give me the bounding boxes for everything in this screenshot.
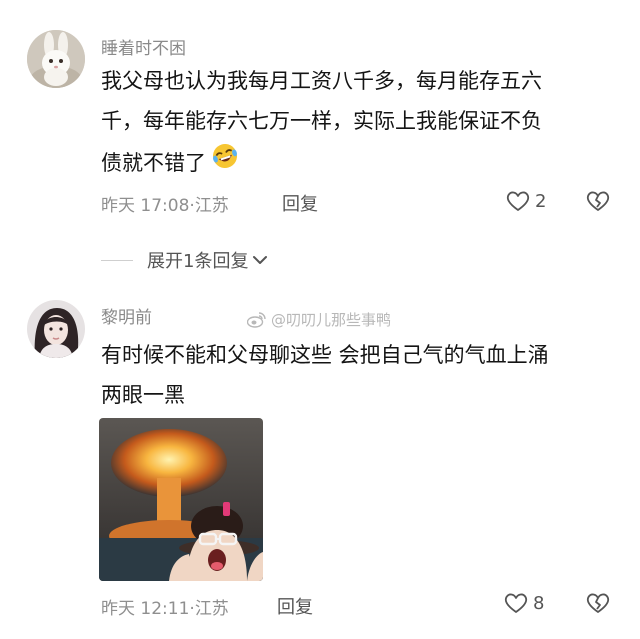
rofl-emoji-icon: [210, 141, 240, 184]
avatar[interactable]: [27, 300, 85, 358]
comment-time: 昨天 12:11: [101, 599, 190, 619]
comment-line-text: 债就不错了: [101, 150, 206, 175]
comment-text: 有时候不能和父母聊这些 会把自己气的气血上涌 两眼一黑: [101, 335, 549, 415]
reply-button[interactable]: 回复: [282, 190, 318, 216]
chevron-down-icon: [253, 256, 268, 264]
comment-meta: 昨天 12:11·江苏: [101, 594, 229, 619]
broken-heart-icon[interactable]: [585, 189, 611, 217]
like-count: 2: [535, 190, 547, 212]
girl-avatar-icon: [27, 300, 85, 358]
comment-line: 两眼一黑: [101, 383, 185, 407]
comment-location: 江苏: [194, 599, 229, 619]
like-button[interactable]: 8: [503, 591, 544, 615]
expand-replies-button[interactable]: 展开1条回复: [101, 247, 269, 273]
comment-item: 黎明前 @叨叨儿那些事鸭 有时候不能和父母聊这些 会把自己气的气血上涌 两眼一黑: [0, 290, 640, 639]
watermark-text: @叨叨儿那些事鸭: [271, 311, 392, 329]
comment-line: 有时候不能和父母聊这些 会把自己气的气血上涌: [101, 343, 549, 367]
bunny-avatar-icon: [27, 30, 85, 88]
expand-replies-label: 展开1条回复: [147, 251, 249, 272]
comment-time: 昨天 17:08: [101, 196, 190, 216]
comment-meta: 昨天 17:08·江苏: [101, 191, 229, 216]
like-count: 8: [533, 592, 545, 614]
broken-heart-icon[interactable]: [585, 591, 611, 619]
comment-line: 我父母也认为我每月工资八千多，每月能存五六: [101, 69, 542, 93]
comment-line: 债就不错了: [101, 141, 542, 184]
username[interactable]: 睡着时不困: [101, 34, 186, 59]
heart-icon: [504, 593, 528, 613]
explosion-meme-image[interactable]: [99, 418, 263, 581]
weibo-logo-icon: [247, 312, 266, 328]
divider-line: [101, 259, 133, 261]
heart-icon: [506, 191, 530, 211]
avatar[interactable]: [27, 30, 85, 88]
comment-text: 我父母也认为我每月工资八千多，每月能存五六 千，每年能存六七万一样，实际上我能保…: [101, 61, 542, 184]
reply-button[interactable]: 回复: [277, 593, 313, 619]
comment-line: 千，每年能存六七万一样，实际上我能保证不负: [101, 109, 542, 133]
watermark: @叨叨儿那些事鸭: [247, 309, 391, 330]
comment-item: 睡着时不困 我父母也认为我每月工资八千多，每月能存五六 千，每年能存六七万一样，…: [0, 0, 640, 290]
username[interactable]: 黎明前: [101, 303, 152, 328]
comment-location: 江苏: [194, 196, 229, 216]
like-button[interactable]: 2: [505, 189, 546, 213]
